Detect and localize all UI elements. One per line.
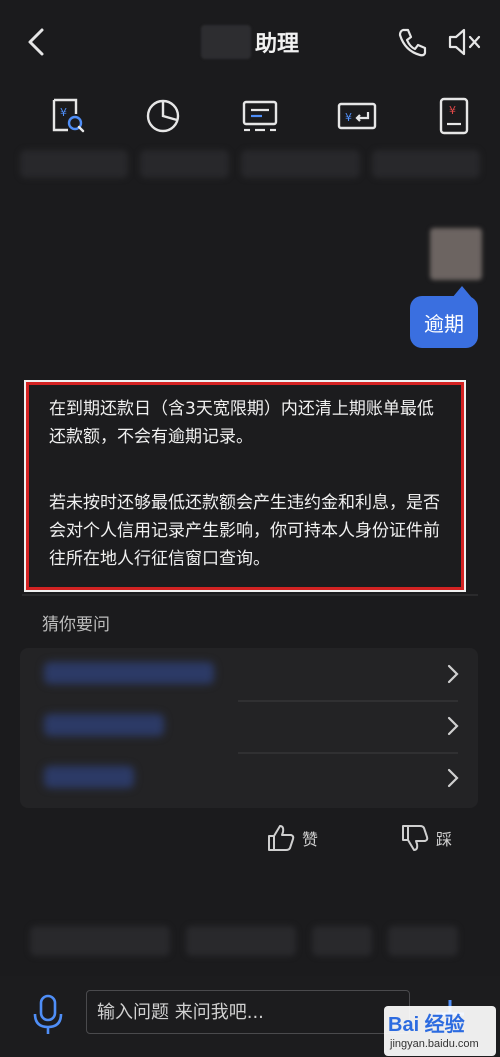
chevron-right-icon	[447, 768, 459, 788]
chevron-right-icon	[447, 716, 459, 736]
baidu-jingyan-watermark: Bai 经验 jingyan.baidu.com	[384, 1006, 496, 1056]
suggestion-separator	[238, 700, 458, 702]
suggestion-chevron[interactable]	[444, 713, 462, 739]
watermark-url: jingyan.baidu.com	[390, 1038, 479, 1050]
voice-input-button[interactable]	[30, 993, 66, 1037]
dislike-button[interactable]: 踩	[400, 822, 452, 854]
pie-chart-icon	[146, 99, 180, 133]
bill-search-icon: ¥	[52, 98, 85, 133]
dislike-label: 踩	[436, 830, 453, 849]
suggestion-item-redacted[interactable]	[44, 714, 164, 736]
answer-paragraph-1: 在到期还款日（含3天宽限期）内还清上期账单最低还款额，不会有逾期记录。	[49, 399, 434, 447]
like-button[interactable]: 赞	[266, 822, 318, 854]
thumbs-up-icon	[268, 825, 295, 851]
suggestions-card	[20, 648, 478, 808]
redacted-quick-links	[20, 150, 481, 180]
title-name-redacted	[200, 25, 251, 59]
speaker-mute-icon	[448, 28, 481, 56]
payment-icon: ¥	[439, 97, 469, 135]
like-label: 赞	[302, 830, 319, 849]
thumbs-down-icon	[402, 825, 429, 851]
chevron-right-icon	[447, 664, 459, 684]
transfer-button[interactable]: ¥	[335, 94, 379, 138]
monitor-icon	[242, 100, 278, 132]
suggestion-item-redacted[interactable]	[44, 766, 134, 788]
watermark-logo-text: Bai 经验	[388, 1014, 465, 1036]
assistant-answer-card: 在到期还款日（含3天宽限期）内还清上期账单最低还款额，不会有逾期记录。 若未按时…	[24, 380, 466, 592]
suggestion-item-redacted[interactable]	[44, 662, 214, 684]
user-avatar	[430, 228, 482, 280]
answer-paragraph-2: 若未按时还够最低还款额会产生违约金和利息，是否会对个人信用记录产生影响，你可持本…	[49, 493, 440, 569]
bill-search-button[interactable]: ¥	[46, 94, 90, 138]
suggestion-separator	[238, 752, 458, 754]
suggestions-label: 猜你要问	[42, 615, 110, 635]
svg-text:¥: ¥	[60, 106, 67, 119]
monitor-button[interactable]	[238, 94, 282, 138]
transfer-icon: ¥	[337, 102, 377, 130]
question-input[interactable]	[86, 990, 410, 1034]
payment-button[interactable]: ¥	[432, 94, 476, 138]
mute-button[interactable]	[444, 24, 484, 60]
divider	[22, 594, 478, 596]
user-message-bubble: 逾期	[410, 296, 478, 348]
pie-chart-button[interactable]	[141, 94, 185, 138]
svg-text:¥: ¥	[449, 104, 456, 117]
suggestion-chevron[interactable]	[444, 765, 462, 791]
phone-icon	[398, 28, 427, 57]
svg-text:¥: ¥	[345, 111, 352, 124]
suggestion-chevron[interactable]	[444, 661, 462, 687]
page-title: 助理	[254, 32, 299, 57]
call-button[interactable]	[394, 24, 430, 60]
microphone-icon	[33, 994, 63, 1034]
redacted-shortcuts	[30, 926, 480, 960]
